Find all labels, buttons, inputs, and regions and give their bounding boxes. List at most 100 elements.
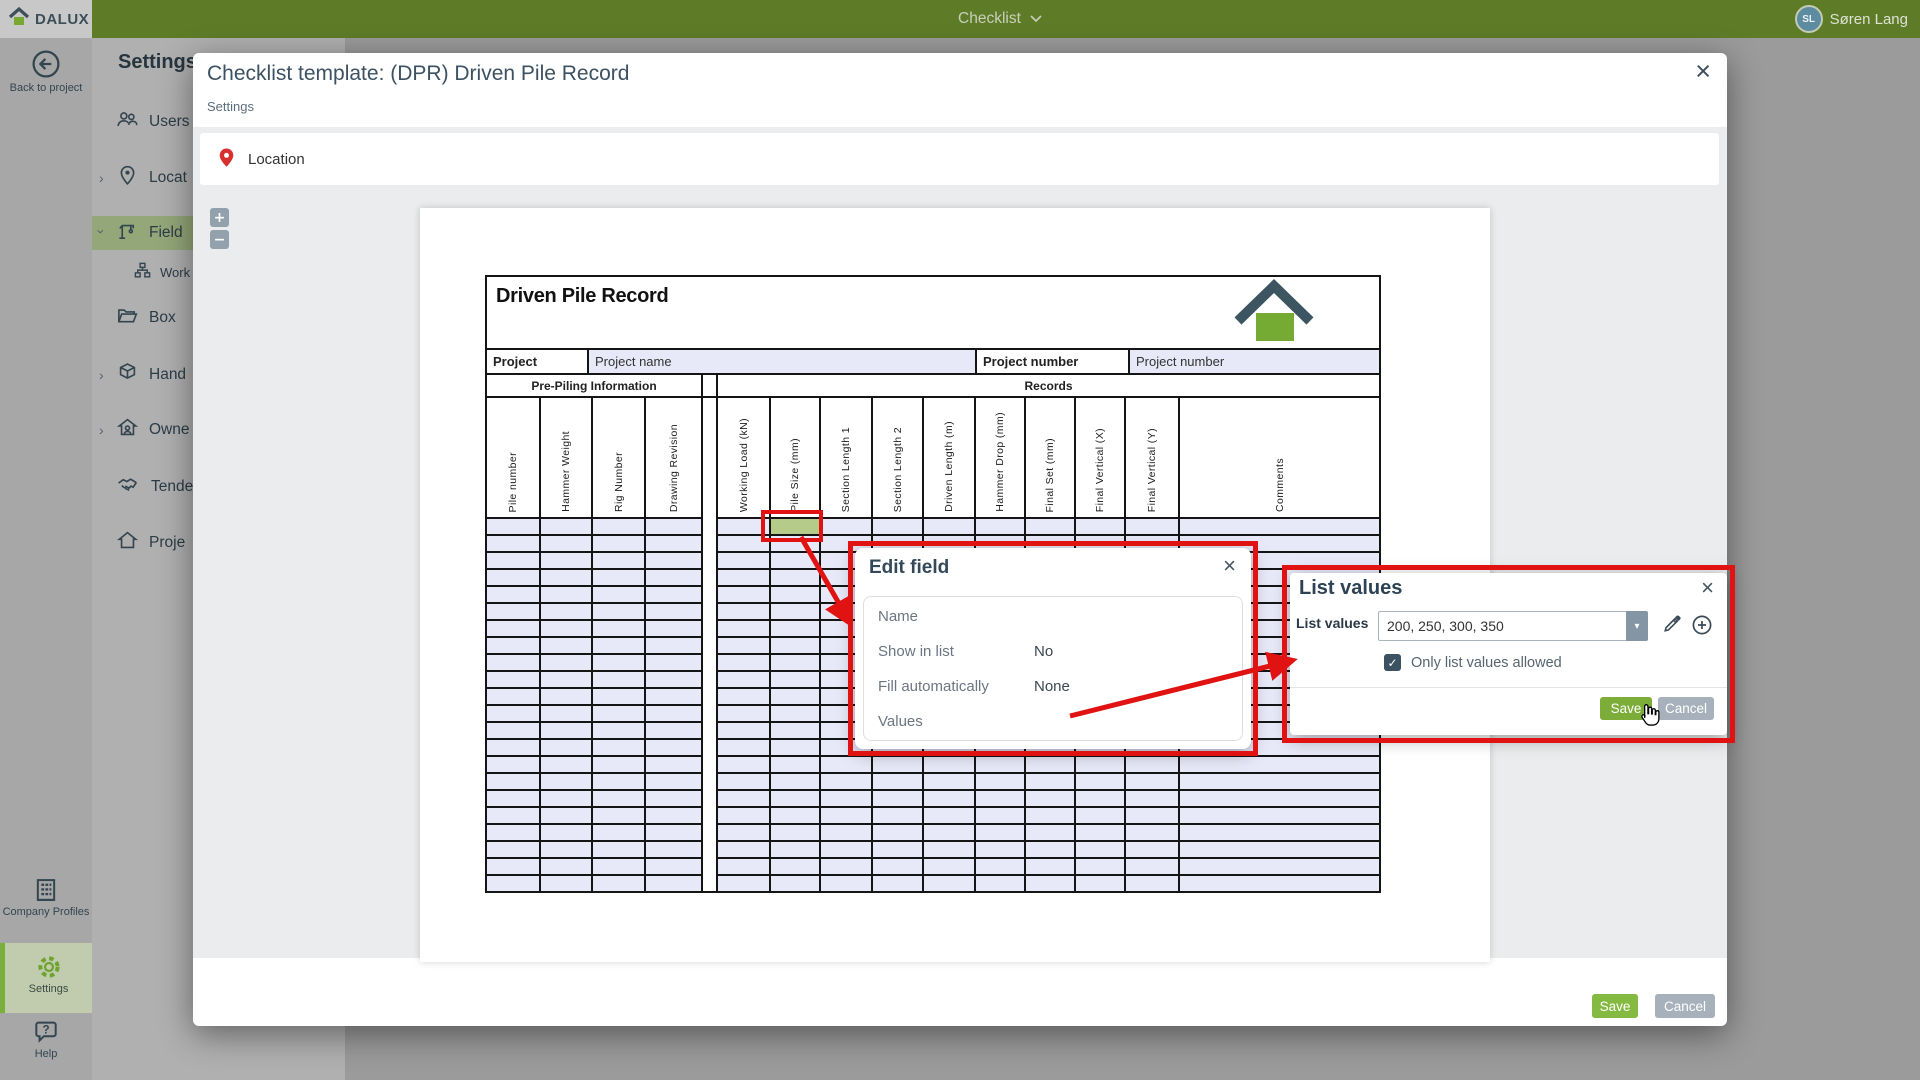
column-header-hammer-drop-mm-[interactable]: Hammer Drop (mm) [974,398,1024,517]
form-data-cell [716,772,769,789]
form-data-cell [487,806,539,823]
modal-cancel-button[interactable]: Cancel [1655,994,1715,1018]
chevron-expanded-icon[interactable]: › [94,229,108,234]
form-data-cell [487,857,539,874]
edit-field-row-values[interactable]: Values [864,704,1242,739]
edit-field-row-fill-automatically[interactable]: Fill automaticallyNone [864,669,1242,704]
column-header-section-length-2[interactable]: Section Length 2 [871,398,922,517]
gap-cell [701,840,716,857]
chevron-collapsed-icon[interactable]: › [99,171,104,185]
column-header-final-vertical-y-[interactable]: Final Vertical (Y) [1124,398,1178,517]
list-values-input[interactable]: 200, 250, 300, 350 [1378,611,1626,641]
list-values-close-icon[interactable]: × [1701,575,1714,601]
edit-field-row-name[interactable]: Name [864,599,1242,634]
form-data-cell [819,772,871,789]
gap-cell [701,874,716,891]
column-header-label: Section Length 2 [892,427,904,512]
column-header-label: Pile Size (mm) [789,438,801,512]
dalux-settings-screen: { "top_bar": { "app_menu_label": "Checkl… [0,0,1920,1080]
modal-close-icon[interactable]: × [1695,55,1711,87]
chevron-collapsed-icon[interactable]: › [99,423,104,437]
form-data-cell [487,738,539,755]
modal-subtitle: Settings [207,99,254,114]
only-list-values-checkbox[interactable]: ✓ [1384,654,1401,671]
app-switcher-menu[interactable]: Checklist [860,0,1140,38]
edit-field-close-icon[interactable]: × [1223,553,1236,579]
modal-save-button[interactable]: Save [1592,994,1638,1018]
zoom-out-button[interactable]: − [210,230,229,249]
project-name-cell[interactable]: Project name [587,350,975,373]
list-values-dropdown-button[interactable]: ▾ [1626,611,1648,641]
form-data-cell [644,687,701,704]
form-data-cell [769,823,819,840]
company-profiles-button[interactable]: Company Profiles [0,876,92,919]
form-data-cell [1024,823,1074,840]
form-data-cell [1074,755,1124,772]
form-data-cell [1074,806,1124,823]
form-data-cell [1074,857,1124,874]
form-data-cell [974,874,1024,891]
form-data-cell [974,755,1024,772]
column-header-final-set-mm-[interactable]: Final Set (mm) [1024,398,1074,517]
sidebar-item-label: Proje [149,534,185,552]
column-header-label: Pile number [507,452,519,512]
chevron-collapsed-icon[interactable]: › [99,368,104,382]
modal-body: Location + − Driven Pile Record Project … [193,127,1727,958]
form-data-cell [716,857,769,874]
settings-rail-button[interactable]: Settings [0,943,92,1013]
form-data-cell [716,619,769,636]
back-to-project-button[interactable]: Back to project [0,48,92,95]
form-data-cell [487,772,539,789]
owner-icon [116,416,139,444]
form-data-cell [716,636,769,653]
form-data-cell [1024,840,1074,857]
form-data-cell [871,806,922,823]
edit-field-row-show-in-list[interactable]: Show in listNo [864,634,1242,669]
edit-pencil-icon[interactable] [1660,613,1683,641]
gap-cell [701,687,716,704]
list-values-save-button[interactable]: Save [1600,697,1652,720]
form-data-cell [1124,517,1178,534]
project-number-cell[interactable]: Project number [1128,350,1379,373]
column-header-comments[interactable]: Comments [1178,398,1379,517]
settings-rail-label: Settings [5,983,92,996]
column-header-hammer-weight[interactable]: Hammer Weight [539,398,591,517]
form-data-cell [769,704,819,721]
form-data-cell [1024,772,1074,789]
gap-cell [701,806,716,823]
form-data-cell [1178,772,1379,789]
user-menu[interactable]: SL Søren Lang [1795,0,1908,38]
column-header-rig-number[interactable]: Rig Number [591,398,644,517]
dalux-logo[interactable]: DALUX [0,0,92,38]
form-data-cell [769,619,819,636]
column-header-pile-size-mm-[interactable]: Pile Size (mm) [769,398,819,517]
form-data-cell [644,721,701,738]
column-header-final-vertical-x-[interactable]: Final Vertical (X) [1074,398,1124,517]
add-list-icon[interactable] [1690,613,1714,642]
column-header-label: Working Load (kN) [738,418,750,512]
zoom-in-button[interactable]: + [210,208,229,227]
handover-icon [116,361,139,389]
column-header-section-length-1[interactable]: Section Length 1 [819,398,871,517]
form-data-cell [1178,789,1379,806]
edit-field-row-label: Values [864,713,1034,730]
form-data-cell [644,568,701,585]
column-header-drawing-revision[interactable]: Drawing Revision [644,398,701,517]
form-data-cell [644,806,701,823]
column-header-pile-number[interactable]: Pile number [487,398,539,517]
form-data-cell [539,517,591,534]
form-data-cell [591,619,644,636]
highlighted-pile-size-cell[interactable] [769,517,819,534]
location-row[interactable]: Location [200,133,1719,185]
form-data-cell [591,551,644,568]
help-button[interactable]: ? Help [0,1018,92,1061]
form-data-cell [591,653,644,670]
column-header-working-load-kn-[interactable]: Working Load (kN) [716,398,769,517]
location-pin-icon [218,147,235,172]
list-values-cancel-button[interactable]: Cancel [1658,697,1714,720]
sidebar-item-label: Tende [151,478,193,496]
checklist-template-modal: Checklist template: (DPR) Driven Pile Re… [193,53,1727,1026]
form-data-cell [922,789,974,806]
column-header-driven-length-m-[interactable]: Driven Length (m) [922,398,974,517]
section-records: Records [716,375,1379,396]
